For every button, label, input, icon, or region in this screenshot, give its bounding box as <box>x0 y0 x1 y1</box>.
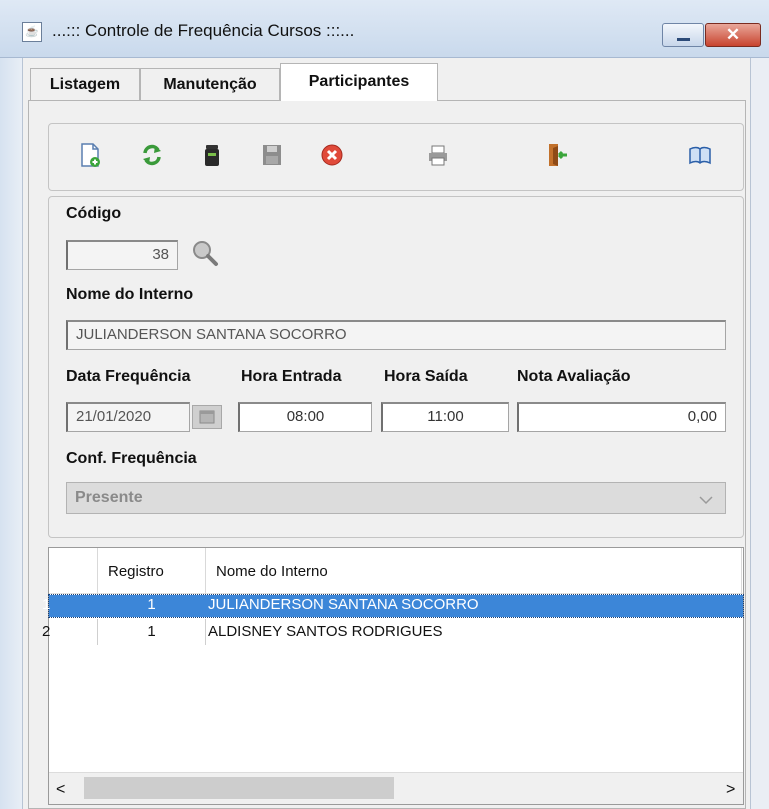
conf-frequencia-value: Presente <box>75 489 143 506</box>
nota-avaliacao-label: Nota Avaliação <box>517 368 631 385</box>
window-left-frame <box>0 58 22 809</box>
conf-frequencia-label: Conf. Frequência <box>66 450 197 467</box>
conf-frequencia-select[interactable]: Presente <box>66 482 726 514</box>
hora-entrada-field[interactable]: 08:00 <box>238 402 372 432</box>
column-header-nome[interactable]: Nome do Interno <box>216 560 328 584</box>
save-button[interactable] <box>260 142 284 168</box>
nota-avaliacao-field[interactable]: 0,00 <box>517 402 726 432</box>
row-nome: ALDISNEY SANTOS RODRIGUES <box>208 623 443 640</box>
header-divider <box>97 548 98 594</box>
row-divider <box>205 619 206 645</box>
refresh-button[interactable] <box>140 142 164 168</box>
row-registro: 1 <box>147 623 156 640</box>
java-app-icon: ☕ <box>22 22 42 42</box>
minimize-button[interactable] <box>662 23 704 47</box>
data-frequencia-field[interactable]: 21/01/2020 <box>66 402 190 432</box>
search-button[interactable] <box>190 238 220 268</box>
help-book-icon <box>689 146 711 165</box>
calendar-icon <box>199 410 215 424</box>
nome-interno-field[interactable]: JULIANDERSON SANTANA SOCORRO <box>66 320 726 350</box>
column-header-registro[interactable]: Registro <box>108 560 164 584</box>
cancel-icon <box>321 144 343 166</box>
window-right-frame <box>750 58 769 809</box>
tab-participantes[interactable]: Participantes <box>280 63 438 101</box>
close-button[interactable]: ✕ <box>705 23 761 47</box>
hora-entrada-label: Hora Entrada <box>241 368 342 385</box>
new-document-button[interactable] <box>78 142 102 168</box>
chevron-down-icon <box>699 496 713 505</box>
header-divider <box>205 548 206 594</box>
refresh-icon <box>143 144 161 166</box>
new-document-icon <box>81 143 100 167</box>
nome-interno-label: Nome do Interno <box>66 286 194 303</box>
row-registro: 1 <box>147 596 156 613</box>
scroll-right-button[interactable]: > <box>726 778 735 802</box>
row-index: 2 <box>42 623 51 640</box>
header-divider <box>741 548 742 594</box>
codigo-field[interactable]: 38 <box>66 240 178 270</box>
print-icon <box>429 145 447 166</box>
codigo-label: Código <box>66 205 122 222</box>
scroll-left-button[interactable]: < <box>56 778 65 802</box>
data-frequencia-label: Data Frequência <box>66 368 191 385</box>
print-button[interactable] <box>426 142 450 168</box>
search-icon <box>193 241 218 266</box>
hora-saida-field[interactable]: 11:00 <box>381 402 509 432</box>
trash-icon <box>205 145 219 166</box>
row-nome: JULIANDERSON SANTANA SOCORRO <box>208 596 479 613</box>
delete-button[interactable] <box>200 142 224 168</box>
help-button[interactable] <box>688 142 712 168</box>
scrollbar-thumb[interactable] <box>84 777 394 799</box>
window-title: ...::: Controle de Frequência Cursos :::… <box>52 21 355 40</box>
minimize-icon <box>677 38 690 41</box>
calendar-button[interactable] <box>192 405 222 429</box>
cancel-button[interactable] <box>320 142 344 168</box>
tab-manutencao[interactable]: Manutenção <box>140 68 280 100</box>
exit-icon <box>549 144 567 166</box>
save-icon <box>263 145 281 165</box>
exit-button[interactable] <box>545 142 569 168</box>
row-index: 1 <box>42 596 51 613</box>
hora-saida-label: Hora Saída <box>384 368 468 385</box>
tab-listagem[interactable]: Listagem <box>30 68 140 100</box>
